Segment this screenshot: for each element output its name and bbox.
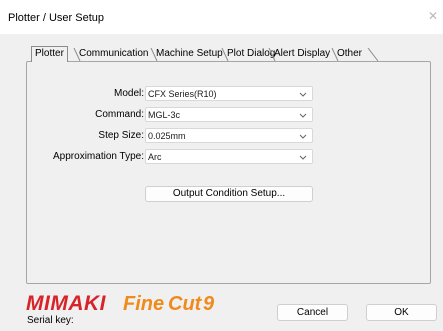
tab-divider-icon	[73, 48, 81, 61]
ok-button[interactable]: OK	[366, 304, 437, 321]
approximation-type-select-value: Arc	[148, 152, 162, 162]
svg-text:MIMAKI: MIMAKI	[26, 292, 107, 313]
step-size-select[interactable]: 0.025mm	[145, 128, 313, 143]
tab-other-label: Other	[337, 48, 363, 59]
command-row: Command: MGL-3c	[27, 107, 430, 123]
tab-divider-icon	[150, 48, 158, 61]
tab-divider-icon	[268, 48, 276, 61]
window-title: Plotter / User Setup	[8, 12, 104, 24]
svg-text:Cut: Cut	[168, 293, 203, 313]
tab-divider-icon	[221, 48, 229, 61]
tab-alert-display-label: Alert Display	[274, 48, 331, 59]
chevron-down-icon	[299, 113, 307, 118]
title-bar: Plotter / User Setup ✕	[0, 0, 443, 34]
step-size-label: Step Size:	[98, 130, 144, 141]
close-icon[interactable]: ✕	[427, 10, 439, 22]
plotter-tab-panel: Model: CFX Series(R10) Command: MGL-3c S…	[26, 61, 431, 284]
tab-machine-setup-label: Machine Setup	[156, 48, 223, 59]
tab-communication[interactable]: Communication	[73, 47, 149, 61]
model-label: Model:	[113, 88, 144, 99]
model-select[interactable]: CFX Series(R10)	[145, 86, 313, 101]
plotter-user-setup-window: Plotter / User Setup ✕ Plotter Communica…	[0, 0, 443, 331]
tab-other[interactable]: Other	[331, 47, 379, 61]
chevron-down-icon	[299, 92, 307, 97]
command-select[interactable]: MGL-3c	[145, 107, 313, 122]
step-size-select-value: 0.025mm	[148, 131, 186, 141]
tab-machine-setup[interactable]: Machine Setup	[150, 47, 223, 61]
tab-divider-icon	[331, 48, 339, 61]
approximation-type-label: Approximation Type:	[53, 151, 144, 162]
model-row: Model: CFX Series(R10)	[27, 86, 430, 102]
output-condition-setup-button[interactable]: Output Condition Setup...	[145, 186, 313, 202]
tab-divider-icon	[367, 48, 379, 61]
command-label: Command:	[95, 109, 144, 120]
tab-plotter[interactable]: Plotter	[31, 46, 68, 62]
svg-text:Fine: Fine	[123, 293, 164, 313]
chevron-down-icon	[299, 155, 307, 160]
tab-communication-label: Communication	[79, 48, 149, 59]
tab-plotter-label: Plotter	[35, 48, 64, 59]
serial-key-label: Serial key:	[27, 315, 74, 326]
approximation-type-select[interactable]: Arc	[145, 149, 313, 164]
chevron-down-icon	[299, 134, 307, 139]
cancel-button[interactable]: Cancel	[277, 304, 348, 321]
model-select-value: CFX Series(R10)	[148, 89, 217, 99]
svg-text:9: 9	[203, 293, 215, 313]
mimaki-finecut-logo: MIMAKI Fine Cut 9	[26, 292, 215, 313]
approximation-type-row: Approximation Type: Arc	[27, 149, 430, 165]
command-select-value: MGL-3c	[148, 110, 181, 120]
step-size-row: Step Size: 0.025mm	[27, 128, 430, 144]
tab-alert-display[interactable]: Alert Display	[268, 47, 331, 61]
